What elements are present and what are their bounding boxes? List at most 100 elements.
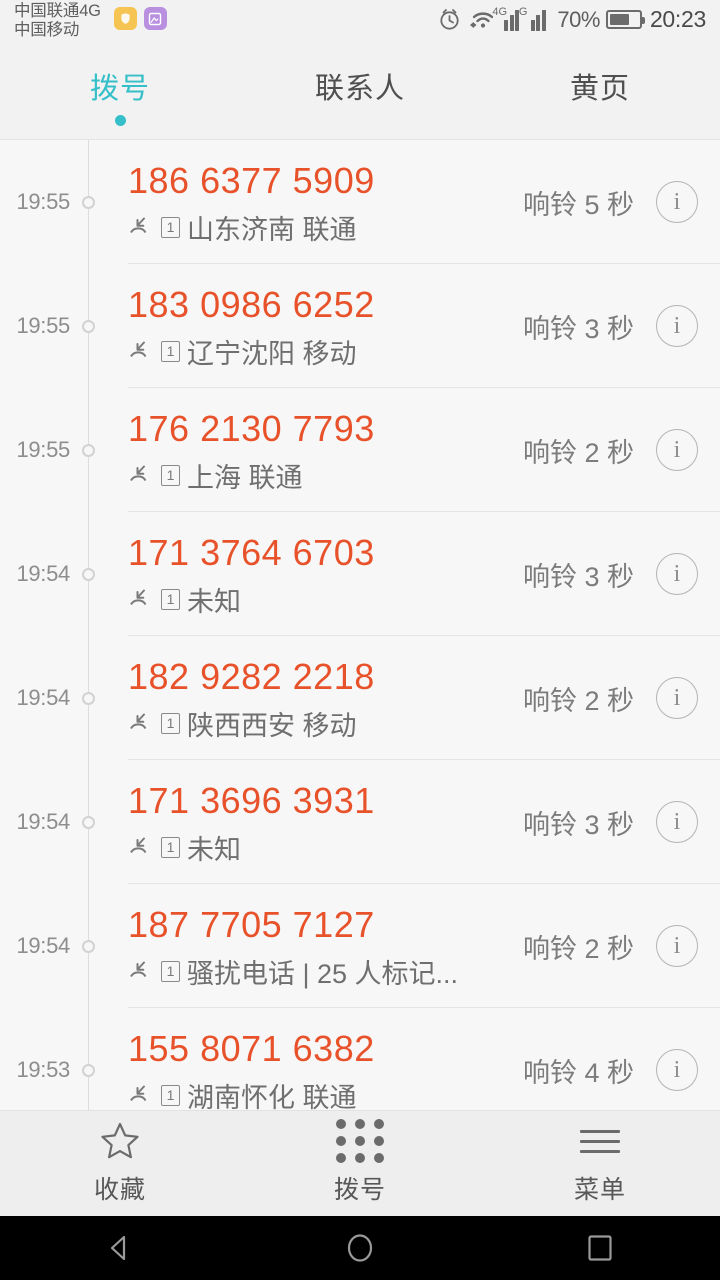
call-details-info-button[interactable]: i bbox=[656, 429, 698, 471]
sim-badge: 1 bbox=[161, 588, 180, 610]
call-time: 19:55 bbox=[16, 313, 70, 338]
tab-dialer[interactable]: 拨号 bbox=[0, 52, 240, 139]
signal-type-label-1: 4G bbox=[492, 5, 508, 18]
status-bar: 中国联通4G 中国移动 4G G 70% 20:23 bbox=[0, 0, 720, 52]
call-duration: 响铃 3 秒 bbox=[522, 313, 634, 344]
call-number[interactable]: 183 0986 6252 bbox=[128, 282, 523, 327]
call-details-info-button[interactable]: i bbox=[656, 553, 698, 595]
hamburger-menu-icon bbox=[580, 1121, 620, 1161]
call-log-row[interactable]: 19:54 182 9282 2218 1 陕西西安 移动 响铃 2 秒 i bbox=[0, 636, 720, 760]
call-location: 辽宁沈阳 移动 bbox=[187, 338, 357, 369]
call-log-row[interactable]: 19:55 176 2130 7793 1 上海 联通 响铃 2 秒 i bbox=[0, 388, 720, 512]
sim-badge: 1 bbox=[161, 1084, 180, 1106]
call-details-info-button[interactable]: i bbox=[656, 1049, 698, 1091]
call-number[interactable]: 171 3764 6703 bbox=[128, 530, 523, 575]
call-log-row[interactable]: 19:55 186 6377 5909 1 山东济南 联通 响铃 5 秒 i bbox=[0, 140, 720, 264]
call-row-body[interactable]: 183 0986 6252 1 辽宁沈阳 移动 响铃 3 秒 i bbox=[128, 264, 720, 388]
tab-bar: 拨号 联系人 黄页 bbox=[0, 52, 720, 140]
missed-call-icon bbox=[128, 1084, 154, 1106]
recents-square-icon bbox=[588, 1235, 612, 1261]
tab-contacts[interactable]: 联系人 bbox=[240, 52, 480, 139]
call-log-list[interactable]: 19:55 186 6377 5909 1 山东济南 联通 响铃 5 秒 i 19:55 18… bbox=[0, 140, 720, 1110]
call-log-row[interactable]: 19:54 187 7705 7127 1 骚扰电话 | 25 人标记... 响铃 2 … bbox=[0, 884, 720, 1008]
call-duration: 响铃 2 秒 bbox=[522, 685, 634, 716]
call-info: 171 3764 6703 1 未知 bbox=[128, 530, 523, 619]
carrier-2: 中国移动 bbox=[14, 21, 80, 40]
call-row-body[interactable]: 155 8071 6382 1 湖南怀化 联通 响铃 4 秒 i bbox=[128, 1008, 720, 1110]
call-right: 响铃 3 秒 i bbox=[523, 305, 720, 347]
call-number[interactable]: 182 9282 2218 bbox=[128, 654, 523, 699]
call-subline: 1 骚扰电话 | 25 人标记... bbox=[128, 952, 523, 991]
home-button[interactable] bbox=[240, 1216, 480, 1280]
call-info: 186 6377 5909 1 山东济南 联通 bbox=[128, 158, 523, 247]
call-details-info-button[interactable]: i bbox=[656, 801, 698, 843]
call-duration: 响铃 2 秒 bbox=[522, 437, 634, 468]
dialpad-icon bbox=[336, 1119, 384, 1163]
timeline-marker bbox=[82, 443, 95, 457]
call-number[interactable]: 176 2130 7793 bbox=[128, 406, 523, 451]
call-location: 上海 联通 bbox=[187, 462, 303, 493]
bottom-toolbar: 收藏 拨号 菜单 bbox=[0, 1110, 720, 1216]
call-row-body[interactable]: 182 9282 2218 1 陕西西安 移动 响铃 2 秒 i bbox=[128, 636, 720, 760]
missed-call-icon bbox=[128, 340, 154, 362]
dialpad-button[interactable]: 拨号 bbox=[240, 1111, 480, 1216]
call-row-body[interactable]: 171 3764 6703 1 未知 响铃 3 秒 i bbox=[128, 512, 720, 636]
call-details-info-button[interactable]: i bbox=[656, 925, 698, 967]
tab-dialer-label: 拨号 bbox=[89, 73, 150, 105]
call-location: 未知 bbox=[187, 834, 241, 865]
call-time: 19:53 bbox=[16, 1057, 70, 1082]
carrier-1: 中国联通4G bbox=[14, 2, 101, 20]
recents-button[interactable] bbox=[480, 1216, 720, 1280]
call-subline: 1 山东济南 联通 bbox=[128, 208, 523, 247]
call-duration: 响铃 4 秒 bbox=[522, 1057, 634, 1088]
call-time: 19:54 bbox=[16, 685, 70, 710]
missed-call-icon bbox=[128, 588, 154, 610]
tab-contacts-label: 联系人 bbox=[314, 73, 405, 105]
dialpad-label: 拨号 bbox=[333, 1176, 386, 1204]
missed-call-icon bbox=[128, 216, 154, 238]
call-right: 响铃 4 秒 i bbox=[523, 1049, 720, 1091]
call-number[interactable]: 155 8071 6382 bbox=[128, 1026, 523, 1071]
menu-button[interactable]: 菜单 bbox=[480, 1111, 720, 1216]
call-log-row[interactable]: 19:53 155 8071 6382 1 湖南怀化 联通 响铃 4 秒 i bbox=[0, 1008, 720, 1110]
call-location: 未知 bbox=[187, 586, 241, 617]
tab-yellowpages-label: 黄页 bbox=[569, 73, 630, 105]
timeline-marker bbox=[82, 939, 95, 953]
call-details-info-button[interactable]: i bbox=[656, 677, 698, 719]
call-log-row[interactable]: 19:54 171 3764 6703 1 未知 响铃 3 秒 i bbox=[0, 512, 720, 636]
call-subline: 1 未知 bbox=[128, 580, 523, 619]
sim-badge: 1 bbox=[161, 836, 180, 858]
call-right: 响铃 2 秒 i bbox=[523, 429, 720, 471]
tab-active-indicator-dot bbox=[114, 115, 126, 126]
timeline-marker bbox=[82, 567, 95, 581]
call-info: 171 3696 3931 1 未知 bbox=[128, 778, 523, 867]
call-details-info-button[interactable]: i bbox=[656, 305, 698, 347]
call-time: 19:54 bbox=[16, 561, 70, 586]
back-button[interactable] bbox=[0, 1216, 240, 1280]
missed-call-icon bbox=[128, 960, 154, 982]
call-location: 陕西西安 移动 bbox=[187, 710, 357, 741]
signal-bars-sim2: G bbox=[519, 6, 552, 31]
favorites-label: 收藏 bbox=[93, 1176, 146, 1204]
call-details-info-button[interactable]: i bbox=[656, 181, 698, 223]
call-log-row[interactable]: 19:54 171 3696 3931 1 未知 响铃 3 秒 i bbox=[0, 760, 720, 884]
android-nav-bar bbox=[0, 1216, 720, 1280]
call-duration: 响铃 3 秒 bbox=[522, 809, 634, 840]
tab-yellowpages[interactable]: 黄页 bbox=[480, 52, 720, 139]
call-number[interactable]: 187 7705 7127 bbox=[128, 902, 523, 947]
call-row-body[interactable]: 171 3696 3931 1 未知 响铃 3 秒 i bbox=[128, 760, 720, 884]
call-subline: 1 湖南怀化 联通 bbox=[128, 1076, 523, 1110]
missed-call-icon bbox=[128, 836, 154, 858]
call-log-row[interactable]: 19:55 183 0986 6252 1 辽宁沈阳 移动 响铃 3 秒 i bbox=[0, 264, 720, 388]
call-info: 176 2130 7793 1 上海 联通 bbox=[128, 406, 523, 495]
call-duration: 响铃 3 秒 bbox=[522, 561, 634, 592]
favorites-button[interactable]: 收藏 bbox=[0, 1111, 240, 1216]
call-subline: 1 未知 bbox=[128, 828, 523, 867]
call-number[interactable]: 186 6377 5909 bbox=[128, 158, 523, 203]
call-row-body[interactable]: 186 6377 5909 1 山东济南 联通 响铃 5 秒 i bbox=[128, 140, 720, 264]
call-number[interactable]: 171 3696 3931 bbox=[128, 778, 523, 823]
call-row-body[interactable]: 187 7705 7127 1 骚扰电话 | 25 人标记... 响铃 2 秒 i bbox=[128, 884, 720, 1008]
sim-badge: 1 bbox=[161, 340, 180, 362]
call-right: 响铃 3 秒 i bbox=[523, 553, 720, 595]
call-row-body[interactable]: 176 2130 7793 1 上海 联通 响铃 2 秒 i bbox=[128, 388, 720, 512]
